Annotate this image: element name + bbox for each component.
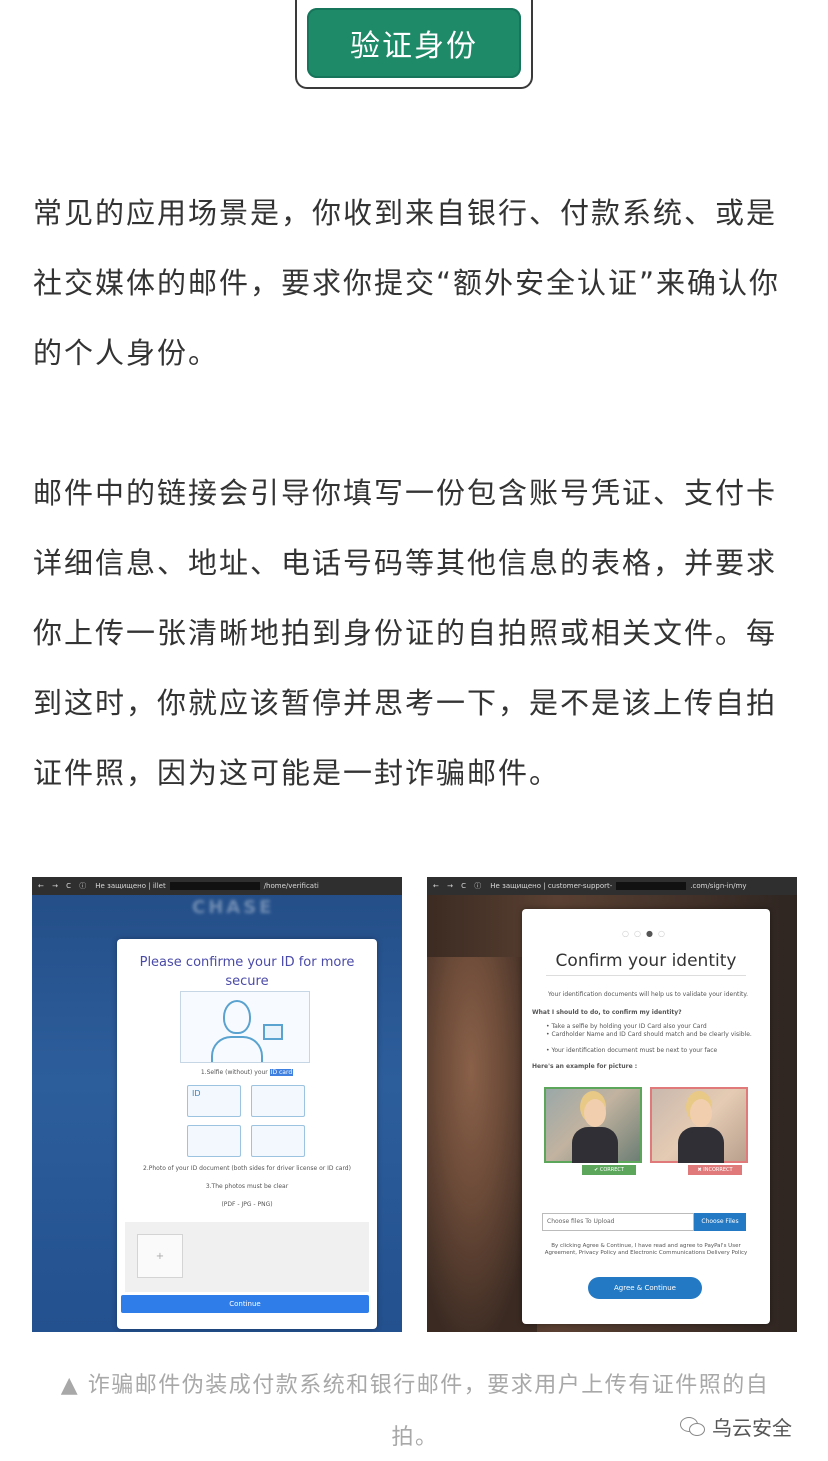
example-label: Here's an example for picture : bbox=[532, 1063, 638, 1070]
bullet-2: • Cardholder Name and ID Card should mat… bbox=[546, 1031, 752, 1038]
person-body-icon bbox=[211, 1036, 263, 1062]
photo-torso bbox=[572, 1127, 618, 1163]
id-upload-form: Please confirme your ID for more secure … bbox=[117, 939, 377, 1329]
step-2: 2.Photo of your ID document (both sides … bbox=[143, 1165, 351, 1172]
bullet-1: • Take a selfie by holding your ID Card … bbox=[546, 1023, 707, 1030]
id-card-icon bbox=[263, 1024, 283, 1040]
background-person bbox=[427, 957, 537, 1332]
question-text: What I should to do, to confirm my ident… bbox=[532, 1009, 682, 1016]
form-title: Please confirme your ID for more secure bbox=[139, 955, 355, 989]
form-title: Confirm your identity bbox=[555, 951, 737, 971]
watermark-text: 乌云安全 bbox=[712, 1416, 792, 1440]
license-front-icon bbox=[187, 1125, 241, 1157]
correct-tag: ✔ CORRECT bbox=[582, 1165, 636, 1175]
photo-torso bbox=[678, 1127, 724, 1163]
browser-address-bar: ← → C ⓘ Не защищено | illet/home/verifica… bbox=[32, 877, 402, 895]
verify-identity-button[interactable]: 验证身份 bbox=[307, 8, 521, 78]
address-text: Не защищено | customer-support- bbox=[490, 882, 613, 890]
photo-face bbox=[584, 1099, 606, 1127]
browser-nav-icons: ← → C ⓘ bbox=[38, 882, 90, 890]
identity-confirm-form: ○○●○ Confirm your identity Your identifi… bbox=[522, 909, 770, 1324]
id-card-front-icon: ID bbox=[187, 1085, 241, 1117]
paragraph-warning: 邮件中的链接会引导你填写一份包含账号凭证、支付卡详细信息、地址、电话号码等其他信… bbox=[33, 476, 778, 790]
bank-logo: CHASE bbox=[192, 897, 275, 918]
paragraph-intro: 常见的应用场景是，你收到来自银行、付款系统、或是社交媒体的邮件，要求你提交“额外… bbox=[33, 196, 781, 370]
redacted-url bbox=[616, 882, 687, 890]
file-upload-field[interactable]: Choose files To Upload bbox=[542, 1213, 694, 1231]
address-text: Не защищено | illet bbox=[95, 882, 166, 890]
bullet-1-text: Take a selfie by holding your ID Card al… bbox=[551, 1023, 707, 1030]
person-head-icon bbox=[223, 1000, 251, 1034]
bullet-3: • Your identification document must be n… bbox=[546, 1047, 718, 1054]
address-path: .com/sign-in/my bbox=[690, 882, 747, 890]
step-1-text: 1.Selfie (without) your bbox=[200, 1069, 268, 1076]
terms-text: By clicking Agree & Continue, I have rea… bbox=[544, 1243, 748, 1256]
phishing-screenshot-bank: ← → C ⓘ Не защищено | illet/home/verifica… bbox=[32, 877, 402, 1332]
agree-continue-button[interactable]: Agree & Continue bbox=[588, 1277, 702, 1299]
address-path: /home/verificati bbox=[263, 882, 319, 890]
phishing-screenshot-payment: ← → C ⓘ Не защищено | customer-support- .c… bbox=[427, 877, 797, 1332]
upload-add-button[interactable]: + bbox=[137, 1234, 183, 1278]
divider bbox=[546, 975, 746, 976]
selfie-illustration bbox=[180, 991, 310, 1063]
license-back-icon bbox=[251, 1125, 305, 1157]
step-dots: ○○●○ bbox=[622, 929, 670, 938]
id-card-back-icon bbox=[251, 1085, 305, 1117]
step-3: 3.The photos must be clear bbox=[205, 1183, 289, 1190]
browser-nav-icons: ← → C ⓘ bbox=[433, 882, 485, 890]
example-photo-correct bbox=[544, 1087, 642, 1163]
step-1-highlight: ID card bbox=[269, 1069, 294, 1076]
example-photo-incorrect bbox=[650, 1087, 748, 1163]
redacted-url bbox=[169, 882, 260, 890]
browser-address-bar: ← → C ⓘ Не защищено | customer-support- .c… bbox=[427, 877, 797, 895]
bullet-2-text: Cardholder Name and ID Card should match… bbox=[551, 1031, 752, 1038]
incorrect-tag: ✖ INCORRECT bbox=[688, 1165, 742, 1175]
step-1: 1.Selfie (without) your ID card bbox=[117, 1069, 377, 1076]
watermark: 乌云安全 bbox=[680, 1412, 792, 1441]
file-formats: (PDF - JPG - PNG) bbox=[221, 1201, 273, 1208]
intro-text: Your identification documents will help … bbox=[548, 991, 748, 998]
photo-face bbox=[690, 1099, 712, 1127]
continue-button[interactable]: Continue bbox=[121, 1295, 369, 1313]
bullet-3-text: Your identification document must be nex… bbox=[551, 1047, 718, 1054]
upload-dropzone[interactable]: + bbox=[125, 1222, 369, 1292]
wechat-icon bbox=[680, 1416, 706, 1438]
image-caption: ▲ 诈骗邮件伪装成付款系统和银行邮件，要求用户上传有证件照的自拍。 bbox=[60, 1373, 770, 1450]
choose-files-button[interactable]: Choose Files bbox=[694, 1213, 746, 1231]
